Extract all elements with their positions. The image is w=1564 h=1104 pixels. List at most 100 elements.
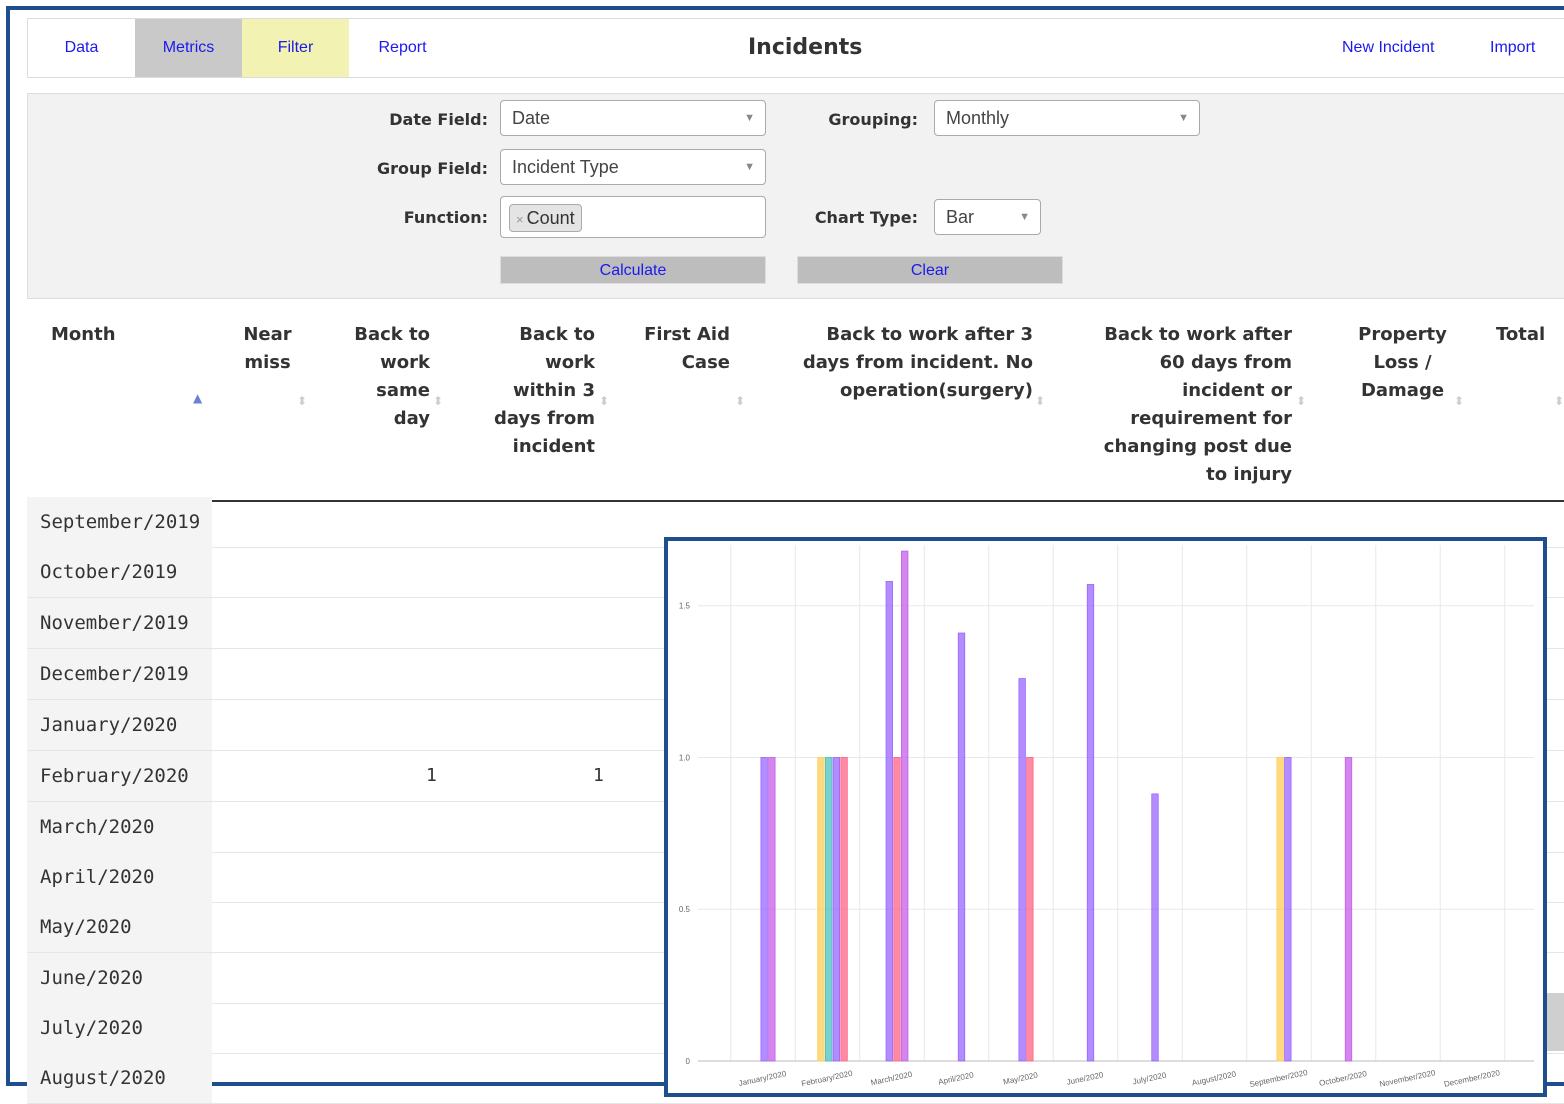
column-header-after-60-days[interactable]: Back to work after 60 days from incident o… — [1090, 321, 1292, 489]
tab-metrics[interactable]: Metrics — [135, 19, 242, 77]
y-tick-label: 0 — [686, 1057, 691, 1066]
month-cell: November/2019 — [27, 598, 212, 648]
chart-type-label: Chart Type: — [814, 208, 918, 227]
month-cell: September/2019 — [27, 497, 212, 547]
within-3-days-cell: 1 — [593, 765, 604, 786]
x-tick-label: August/2020 — [1191, 1069, 1237, 1087]
x-tick-label: September/2020 — [1249, 1068, 1309, 1089]
month-cell: May/2020 — [27, 902, 212, 952]
chart-bar — [901, 550, 909, 1062]
x-tick-label: May/2020 — [1002, 1070, 1039, 1086]
x-tick-label: January/2020 — [738, 1069, 788, 1088]
x-tick-label: October/2020 — [1318, 1069, 1368, 1088]
tab-data[interactable]: Data — [28, 19, 135, 77]
clear-button[interactable]: Clear — [797, 256, 1063, 284]
chevron-down-icon: ▼ — [1019, 211, 1030, 223]
sort-icon[interactable]: ⬍ — [735, 394, 745, 408]
chevron-down-icon: ▼ — [1178, 112, 1189, 124]
y-tick-label: 0.5 — [679, 905, 691, 914]
grouping-select[interactable]: Monthly ▼ — [934, 100, 1200, 136]
x-tick-label: February/2020 — [801, 1069, 854, 1089]
chart-bar — [824, 757, 833, 1062]
function-chip[interactable]: × Count — [509, 204, 582, 232]
chart-bar — [760, 757, 768, 1062]
sort-asc-icon[interactable]: ▲ — [193, 391, 202, 405]
bar-chart: 0 0.5 1.0 1.5 January/2020 February/2020 March… — [679, 545, 1534, 1089]
function-multiselect[interactable]: × Count — [500, 196, 766, 238]
chart-bar — [893, 757, 901, 1062]
x-tick-label: July/2020 — [1132, 1070, 1168, 1086]
chart-type-value: Bar — [946, 207, 975, 227]
chart-panel: 0 0.5 1.0 1.5 January/2020 February/2020 March… — [664, 537, 1547, 1097]
column-header-same-day[interactable]: Back to work same day — [340, 321, 430, 433]
month-cell: December/2019 — [27, 649, 212, 699]
x-tick-label: June/2020 — [1066, 1070, 1105, 1087]
function-label: Function: — [403, 208, 488, 227]
scroll-edge — [1547, 993, 1564, 1051]
chevron-down-icon: ▼ — [744, 161, 755, 173]
column-header-property-loss[interactable]: Property Loss / Damage — [1345, 321, 1460, 405]
sort-icon[interactable]: ⬍ — [1454, 394, 1464, 408]
x-tick-label: March/2020 — [870, 1070, 914, 1088]
month-cell: October/2019 — [27, 547, 212, 597]
chart-bar — [885, 581, 893, 1062]
chart-bar — [817, 757, 825, 1062]
same-day-cell: 1 — [426, 765, 437, 786]
sort-icon[interactable]: ⬍ — [1554, 394, 1564, 408]
month-cell: February/2020 — [27, 751, 212, 801]
sort-icon[interactable]: ⬍ — [1296, 394, 1306, 408]
chart-bar — [1026, 757, 1034, 1062]
month-cell: March/2020 — [27, 802, 212, 852]
column-header-near-miss[interactable]: Near miss — [230, 321, 305, 377]
column-header-after-3-days[interactable]: Back to work after 3 days from incident. … — [788, 321, 1033, 405]
group-field-select[interactable]: Incident Type ▼ — [500, 149, 766, 185]
chart-bar — [1018, 678, 1026, 1062]
chart-bar — [1151, 793, 1159, 1062]
chart-bar — [832, 757, 841, 1062]
calculate-button[interactable]: Calculate — [500, 256, 766, 284]
month-cell: August/2020 — [27, 1053, 212, 1103]
chart-bar — [1276, 757, 1284, 1062]
sort-icon[interactable]: ⬍ — [297, 394, 307, 408]
x-tick-label: December/2020 — [1443, 1068, 1501, 1089]
y-tick-label: 1.5 — [679, 602, 691, 611]
remove-chip-icon[interactable]: × — [516, 212, 524, 227]
top-nav-bar: Data Metrics Filter Report Incidents New… — [27, 18, 1564, 78]
grouping-label: Grouping: — [828, 110, 918, 129]
month-cell: January/2020 — [27, 700, 212, 750]
chart-bar — [957, 632, 966, 1062]
tab-filter[interactable]: Filter — [242, 19, 349, 77]
new-incident-link[interactable]: New Incident — [1342, 19, 1435, 77]
column-header-total[interactable]: Total — [1496, 321, 1556, 349]
grouping-value: Monthly — [946, 108, 1010, 128]
group-field-label: Group Field: — [376, 159, 488, 178]
month-cell: July/2020 — [27, 1003, 212, 1053]
column-header-first-aid[interactable]: First Aid Case — [635, 321, 730, 377]
month-cell: June/2020 — [27, 953, 212, 1003]
chart-bar — [1086, 584, 1095, 1062]
chart-bar — [1284, 757, 1292, 1062]
date-field-value: Date — [512, 108, 551, 128]
import-link[interactable]: Import — [1490, 19, 1535, 77]
chevron-down-icon: ▼ — [744, 112, 755, 124]
sort-icon[interactable]: ⬍ — [433, 394, 443, 408]
date-field-label: Date Field: — [389, 110, 488, 129]
group-field-value: Incident Type — [512, 157, 619, 177]
function-chip-label: Count — [526, 208, 575, 228]
metrics-form-panel: Date Field: Date ▼ Grouping: Monthly ▼ G… — [27, 93, 1564, 299]
chart-bar — [840, 757, 848, 1062]
chart-bar — [1344, 757, 1353, 1062]
month-cell: April/2020 — [27, 852, 212, 902]
chart-type-select[interactable]: Bar ▼ — [934, 199, 1041, 235]
y-tick-label: 1.0 — [679, 753, 691, 762]
column-header-within-3-days[interactable]: Back to work within 3 days from incident — [480, 321, 595, 461]
sort-icon[interactable]: ⬍ — [1035, 394, 1045, 408]
tab-report[interactable]: Report — [349, 19, 456, 77]
page-title: Incidents — [748, 35, 863, 60]
chart-bar — [768, 757, 776, 1062]
x-tick-label: November/2020 — [1379, 1068, 1437, 1089]
x-tick-label: April/2020 — [937, 1070, 975, 1086]
sort-icon[interactable]: ⬍ — [599, 394, 609, 408]
column-header-month[interactable]: Month — [51, 321, 191, 349]
date-field-select[interactable]: Date ▼ — [500, 100, 766, 136]
